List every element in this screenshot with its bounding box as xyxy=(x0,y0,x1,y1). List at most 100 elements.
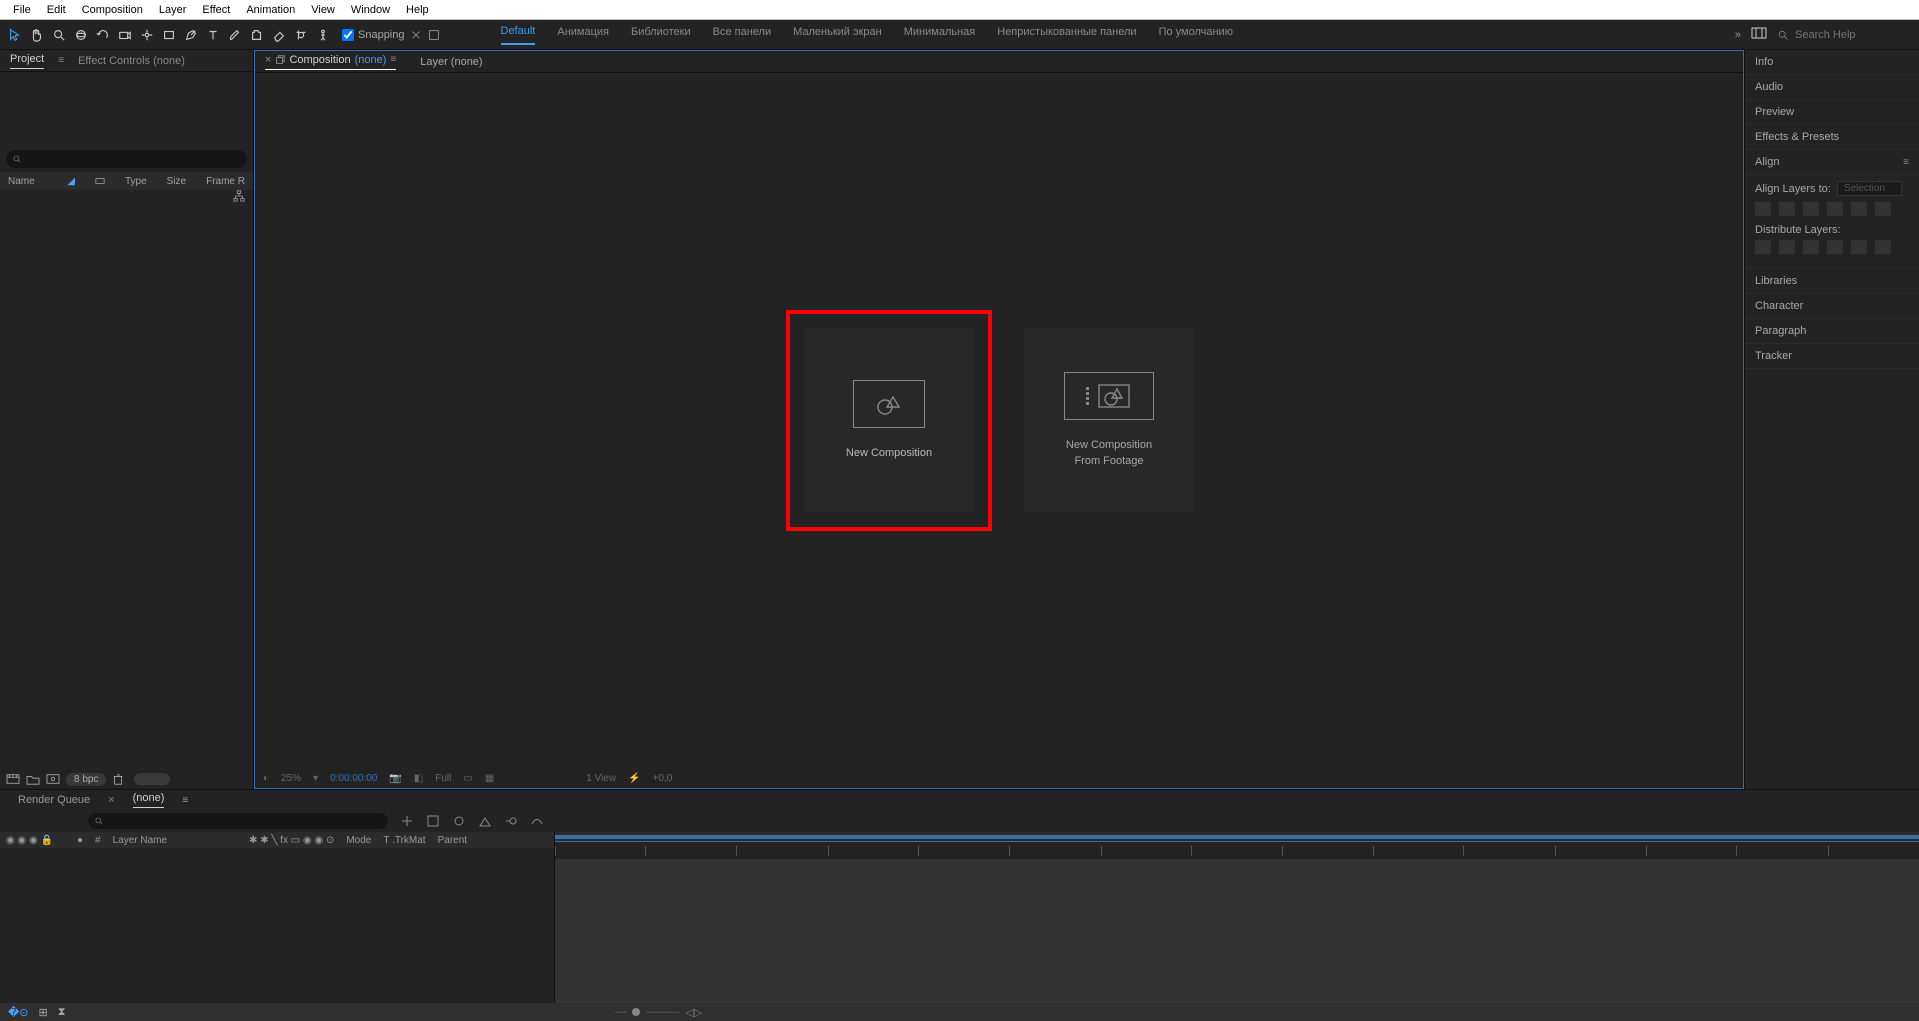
timeline-panel-menu-icon[interactable]: ≡ xyxy=(182,795,188,806)
menu-help[interactable]: Help xyxy=(399,2,436,18)
rotate-tool-icon[interactable] xyxy=(93,25,113,45)
dist-right-icon[interactable] xyxy=(1803,240,1819,254)
dist-top-icon[interactable] xyxy=(1827,240,1843,254)
col-frame[interactable]: Frame R xyxy=(206,176,245,187)
col-name[interactable]: Name xyxy=(8,176,35,187)
tl-graph-icon[interactable] xyxy=(530,814,544,828)
orbit-tool-icon[interactable] xyxy=(71,25,91,45)
sync-icon[interactable] xyxy=(1751,27,1767,42)
pan-behind-tool-icon[interactable] xyxy=(137,25,157,45)
workspace-small-screen[interactable]: Маленький экран xyxy=(793,26,882,44)
workspace-minimal[interactable]: Минимальная xyxy=(904,26,976,44)
hand-tool-icon[interactable] xyxy=(27,25,47,45)
align-target-select[interactable]: Selection xyxy=(1837,181,1902,196)
col-type[interactable]: Type xyxy=(125,176,147,187)
tab-timeline-none[interactable]: (none) xyxy=(133,792,165,808)
timecode[interactable]: 0:00:00:00 xyxy=(330,773,377,784)
roi-icon[interactable]: ▭ xyxy=(463,773,472,784)
new-composition-card[interactable]: New Composition xyxy=(804,328,974,513)
menu-animation[interactable]: Animation xyxy=(239,2,302,18)
toggle-in-out-icon[interactable]: ⧗ xyxy=(58,1006,66,1019)
project-items-area[interactable] xyxy=(0,206,253,769)
align-vcenter-icon[interactable] xyxy=(1851,202,1867,216)
type-tool-icon[interactable] xyxy=(203,25,223,45)
panel-effects-presets[interactable]: Effects & Presets xyxy=(1745,125,1919,150)
channel-icon[interactable]: ◧ xyxy=(414,773,423,784)
timeline-tracks-area[interactable] xyxy=(555,860,1919,1003)
menu-effect[interactable]: Effect xyxy=(195,2,237,18)
eraser-tool-icon[interactable] xyxy=(269,25,289,45)
tl-col-mode[interactable]: Mode xyxy=(346,835,371,846)
align-bottom-icon[interactable] xyxy=(1875,202,1891,216)
menu-view[interactable]: View xyxy=(304,2,342,18)
panel-paragraph[interactable]: Paragraph xyxy=(1745,319,1919,344)
selection-tool-icon[interactable] xyxy=(5,25,25,45)
align-right-icon[interactable] xyxy=(1803,202,1819,216)
help-search-input[interactable] xyxy=(1795,29,1915,41)
grid-icon[interactable]: ▦ xyxy=(485,773,494,784)
align-panel-menu-icon[interactable]: ≡ xyxy=(1903,157,1909,168)
camera-tool-icon[interactable] xyxy=(115,25,135,45)
toggle-alpha-icon[interactable]: ◐ xyxy=(263,773,269,784)
tl-draft3d-icon[interactable] xyxy=(426,814,440,828)
timeline-ruler[interactable] xyxy=(555,842,1919,860)
exposure[interactable]: +0,0 xyxy=(653,773,673,784)
brush-tool-icon[interactable] xyxy=(225,25,245,45)
workspace-libraries[interactable]: Библиотеки xyxy=(631,26,691,44)
puppet-tool-icon[interactable] xyxy=(313,25,333,45)
timeline-work-area[interactable] xyxy=(555,832,1919,842)
workspace-undocked[interactable]: Непристыкованные панели xyxy=(997,26,1136,44)
col-size[interactable]: Size xyxy=(167,176,186,187)
toggle-switches-icon[interactable]: �⊙ xyxy=(8,1006,29,1019)
workspace-animation[interactable]: Анимация xyxy=(557,26,609,44)
new-comp-icon[interactable] xyxy=(46,773,60,785)
dist-left-icon[interactable] xyxy=(1755,240,1771,254)
tl-comp-flow-icon[interactable] xyxy=(400,814,414,828)
panel-align[interactable]: Align≡ xyxy=(1745,150,1919,175)
align-hcenter-icon[interactable] xyxy=(1779,202,1795,216)
tl-col-layername[interactable]: Layer Name xyxy=(113,835,167,846)
align-left-icon[interactable] xyxy=(1755,202,1771,216)
dist-vcenter-icon[interactable] xyxy=(1851,240,1867,254)
resolution[interactable]: Full xyxy=(435,773,451,784)
workspace-all-panels[interactable]: Все панели xyxy=(713,26,771,44)
toggle-modes-icon[interactable]: ⊞ xyxy=(39,1006,48,1019)
tab-project[interactable]: Project xyxy=(10,53,44,69)
tab-composition[interactable]: × Composition (none) ≡ xyxy=(265,54,396,70)
workspace-default[interactable]: Default xyxy=(501,25,536,45)
tab-render-queue[interactable]: Render Queue xyxy=(18,794,90,806)
composition-panel-menu-icon[interactable]: ≡ xyxy=(390,54,396,65)
project-panel-menu-icon[interactable]: ≡ xyxy=(58,55,64,66)
dist-hcenter-icon[interactable] xyxy=(1779,240,1795,254)
workspace-overflow-icon[interactable]: » xyxy=(1735,29,1741,41)
help-search[interactable] xyxy=(1777,29,1915,41)
snapping-checkbox[interactable] xyxy=(342,29,354,41)
panel-preview[interactable]: Preview xyxy=(1745,100,1919,125)
zoom-tool-icon[interactable] xyxy=(49,25,69,45)
magnification[interactable]: 25% xyxy=(281,773,301,784)
zoom-slider-handle[interactable] xyxy=(632,1008,640,1016)
zoom-to-fit-icon[interactable]: ◁▷ xyxy=(685,1006,702,1019)
tl-shy-icon[interactable] xyxy=(452,814,466,828)
tl-av-icons[interactable]: ◉ ◉ ◉ 🔒 xyxy=(6,835,53,846)
tab-effect-controls[interactable]: Effect Controls (none) xyxy=(78,55,185,67)
panel-libraries[interactable]: Libraries xyxy=(1745,269,1919,294)
timeline-layer-area[interactable] xyxy=(0,848,554,1003)
tl-motionblur-icon[interactable] xyxy=(504,814,518,828)
tab-layer[interactable]: Layer (none) xyxy=(420,56,482,68)
panel-info[interactable]: Info xyxy=(1745,50,1919,75)
tl-framemix-icon[interactable] xyxy=(478,814,492,828)
flowchart-icon[interactable] xyxy=(233,190,245,202)
roto-tool-icon[interactable] xyxy=(291,25,311,45)
delete-icon[interactable] xyxy=(112,773,124,785)
menu-edit[interactable]: Edit xyxy=(40,2,73,18)
snapshot-icon[interactable]: 📷 xyxy=(389,773,401,784)
fast-preview-icon[interactable]: ⚡ xyxy=(628,773,640,784)
project-search[interactable] xyxy=(6,150,247,168)
menu-composition[interactable]: Composition xyxy=(75,2,150,18)
menu-file[interactable]: File xyxy=(6,2,38,18)
interpret-footage-icon[interactable] xyxy=(6,773,20,785)
align-top-icon[interactable] xyxy=(1827,202,1843,216)
new-folder-icon[interactable] xyxy=(26,773,40,785)
pen-tool-icon[interactable] xyxy=(181,25,201,45)
